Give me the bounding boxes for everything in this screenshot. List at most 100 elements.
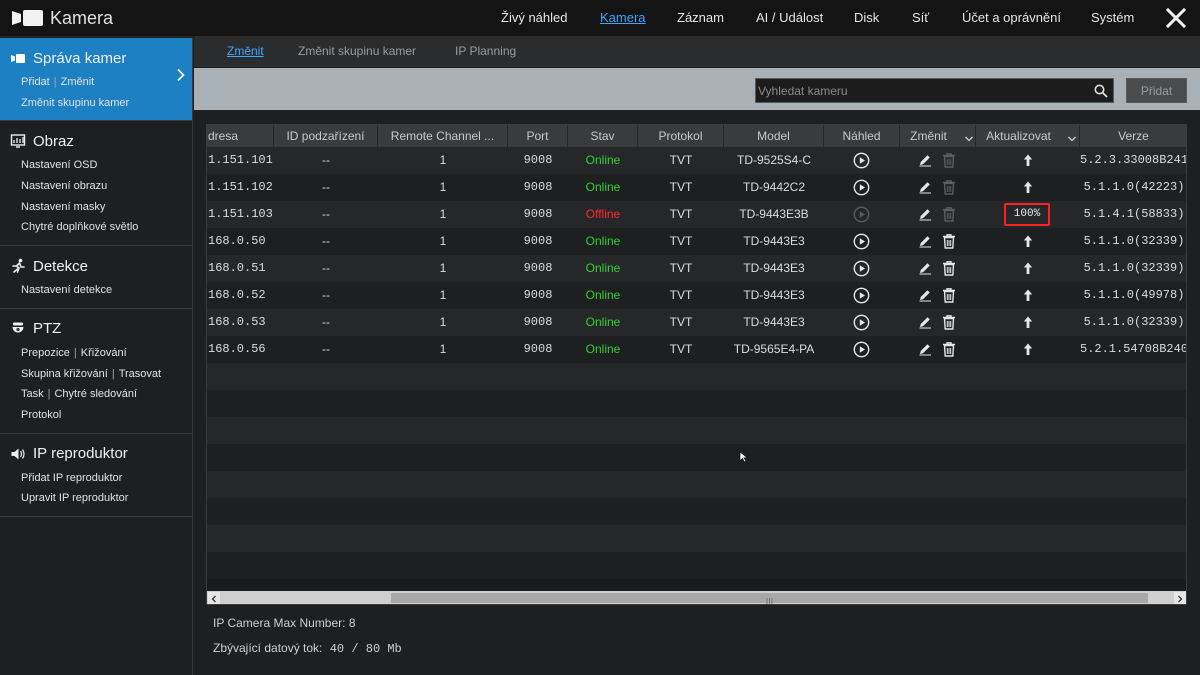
play-preview-icon[interactable] (853, 260, 870, 277)
pencil-icon[interactable] (918, 288, 932, 302)
sub-device-id-cell: -- (322, 288, 330, 302)
play-preview-icon[interactable] (853, 179, 870, 196)
table-row[interactable]: 1.151.101 -- 1 9008 Online TVT TD-9525S4-C 5.2.… (207, 147, 1186, 174)
table-row[interactable]: 168.0.52 -- 1 9008 Online TVT TD-9443E3 5.1.1.0… (207, 282, 1186, 309)
sidebar-item-zmenit-skupinu-kamer[interactable]: Změnit skupinu kamer (21, 97, 129, 109)
close-icon[interactable] (1164, 6, 1188, 30)
sidebar-item-skupina-krizovani[interactable]: Skupina křižování (21, 368, 108, 380)
table-row[interactable]: 168.0.50 -- 1 9008 Online TVT TD-9443E3 5.1.1.0… (207, 228, 1186, 255)
column-header-aktualizovat[interactable]: Aktualizovat (976, 125, 1080, 147)
play-preview-icon[interactable] (853, 314, 870, 331)
play-preview-icon[interactable] (853, 233, 870, 250)
upgrade-arrow-icon[interactable] (1022, 153, 1034, 167)
sidebar-item-prepozice[interactable]: Prepozice (21, 347, 70, 359)
chevron-down-icon[interactable] (1067, 131, 1077, 142)
upgrade-arrow-icon[interactable] (1022, 288, 1034, 302)
search-icon[interactable] (1094, 84, 1108, 98)
column-header-model[interactable]: Model (724, 125, 824, 147)
sidebar-item-chytre-doplnkove-svetlo[interactable]: Chytré doplňkové světlo (21, 221, 138, 233)
empty-table-row (207, 525, 1186, 552)
nav-ucet-a-opravneni[interactable]: Účet a oprávnění (962, 10, 1061, 25)
pencil-icon[interactable] (918, 153, 932, 167)
nav-kamera[interactable]: Kamera (600, 10, 646, 25)
app-title: Kamera (50, 8, 114, 28)
ip-address-cell: 1.151.101 (208, 153, 273, 167)
trash-icon[interactable] (942, 314, 956, 330)
sidebar-group-header[interactable]: Správa kamer (0, 44, 192, 72)
search-box[interactable] (755, 78, 1114, 103)
scroll-left-arrow[interactable] (208, 592, 220, 604)
sidebar-group-header[interactable]: IP reproduktor (0, 440, 192, 468)
pencil-icon[interactable] (918, 180, 932, 194)
search-input[interactable] (758, 82, 1078, 100)
ptz-camera-icon (10, 321, 26, 337)
trash-icon[interactable] (942, 287, 956, 303)
scroll-thumb[interactable] (391, 593, 1148, 604)
nav-system[interactable]: Systém (1091, 10, 1134, 25)
sidebar-item-nastaveni-masky[interactable]: Nastavení masky (21, 201, 105, 213)
sidebar-item-zmenit[interactable]: Změnit (61, 76, 95, 88)
trash-icon[interactable] (942, 341, 956, 357)
column-header-nahled[interactable]: Náhled (824, 125, 900, 147)
sidebar-item-pridat[interactable]: Přidat (21, 76, 50, 88)
table-row[interactable]: 168.0.51 -- 1 9008 Online TVT TD-9443E3 5.1.1.0… (207, 255, 1186, 282)
column-header-id-podzarizeni[interactable]: ID podzařízení (274, 125, 378, 147)
port-cell: 9008 (523, 288, 553, 302)
horizontal-scrollbar[interactable] (207, 591, 1186, 604)
chevron-down-icon[interactable] (964, 131, 974, 142)
upgrade-arrow-icon[interactable] (1022, 261, 1034, 275)
trash-icon[interactable] (942, 233, 956, 249)
upgrade-arrow-icon[interactable] (1022, 342, 1034, 356)
pencil-icon[interactable] (918, 315, 932, 329)
nav-zivy-nahled[interactable]: Živý náhled (501, 10, 567, 25)
sidebar-group-header[interactable]: PTZ (0, 315, 192, 343)
sidebar-group-header[interactable]: Detekce (0, 252, 192, 280)
trash-icon[interactable] (942, 260, 956, 276)
column-header-stav[interactable]: Stav (568, 125, 638, 147)
sidebar-item-nastaveni-detekce[interactable]: Nastavení detekce (21, 284, 112, 296)
sidebar-item-nastaveni-osd[interactable]: Nastavení OSD (21, 159, 97, 171)
pencil-icon[interactable] (918, 234, 932, 248)
pencil-icon[interactable] (918, 342, 932, 356)
column-header-port[interactable]: Port (508, 125, 568, 147)
play-preview-icon[interactable] (853, 341, 870, 358)
port-cell: 9008 (523, 180, 553, 194)
nav-sit[interactable]: Síť (912, 10, 929, 25)
sidebar-item-protokol[interactable]: Protokol (21, 409, 61, 421)
sidebar-item-pridat-ip-reproduktor[interactable]: Přidat IP reproduktor (21, 472, 122, 484)
table-row[interactable]: 168.0.53 -- 1 9008 Online TVT TD-9443E3 5.1.1.0… (207, 309, 1186, 336)
pencil-icon[interactable] (918, 207, 932, 221)
column-header-remote-channel[interactable]: Remote Channel ... (378, 125, 508, 147)
upgrade-arrow-icon[interactable] (1022, 315, 1034, 329)
upgrade-arrow-icon[interactable] (1022, 180, 1034, 194)
nav-zaznam[interactable]: Záznam (677, 10, 724, 25)
sidebar-item-trasovat[interactable]: Trasovat (119, 368, 161, 380)
tab-ip-planning[interactable]: IP Planning (455, 44, 516, 58)
sidebar-group-ip-reproduktor: IP reproduktor Přidat IP reproduktor Uprav… (0, 434, 192, 517)
sidebar-item-task[interactable]: Task (21, 388, 44, 400)
scroll-right-arrow[interactable] (1174, 592, 1186, 604)
add-camera-button[interactable]: Přidat (1126, 78, 1187, 103)
sidebar-item-upravit-ip-reproduktor[interactable]: Upravit IP reproduktor (21, 492, 128, 504)
nav-disk[interactable]: Disk (854, 10, 879, 25)
tab-zmenit[interactable]: Změnit (227, 44, 264, 58)
column-header-verze[interactable]: Verze (1080, 125, 1186, 147)
sidebar-item-chytre-sledovani[interactable]: Chytré sledování (54, 388, 137, 400)
play-preview-icon[interactable] (853, 152, 870, 169)
empty-table-row (207, 444, 1186, 471)
table-row[interactable]: 1.151.102 -- 1 9008 Online TVT TD-9442C2 5.1.1.… (207, 174, 1186, 201)
sidebar-group-header[interactable]: Obraz (0, 127, 192, 155)
subtab-bar: Změnit Změnit skupinu kamer IP Planning (194, 37, 1200, 67)
table-row[interactable]: 1.151.103 -- 1 9008 Offline TVT TD-9443E3B 100%… (207, 201, 1186, 228)
sidebar-item-krizovani[interactable]: Křižování (81, 347, 127, 359)
pencil-icon[interactable] (918, 261, 932, 275)
column-header-dresa[interactable]: dresa (207, 125, 274, 147)
sidebar-item-nastaveni-obrazu[interactable]: Nastavení obrazu (21, 180, 107, 192)
nav-ai-udalost[interactable]: AI / Událost (756, 10, 823, 25)
sidebar-group-obraz: Obraz Nastavení OSD Nastavení obrazu Nastav… (0, 121, 192, 247)
column-header-protokol[interactable]: Protokol (638, 125, 724, 147)
play-preview-icon[interactable] (853, 287, 870, 304)
table-row[interactable]: 168.0.56 -- 1 9008 Online TVT TD-9565E4-PA 5.2.… (207, 336, 1186, 363)
tab-zmenit-skupinu-kamer[interactable]: Změnit skupinu kamer (298, 44, 416, 58)
upgrade-arrow-icon[interactable] (1022, 234, 1034, 248)
